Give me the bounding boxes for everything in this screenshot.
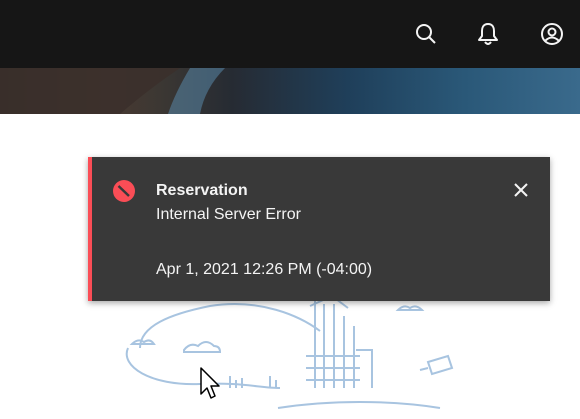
notification-icon [478,23,498,45]
error-toast-notification: Reservation Internal Server Error Apr 1,… [88,157,550,301]
toast-subtitle: Internal Server Error [156,206,301,223]
mouse-pointer-icon [200,367,220,399]
error-accent-bar [88,157,92,301]
search-button[interactable] [408,16,444,52]
notification-button[interactable] [470,16,506,52]
top-navigation-bar [0,0,580,68]
user-profile-button[interactable] [534,16,570,52]
search-icon [416,24,436,44]
hero-image-shapes [0,68,225,114]
user-avatar-icon [541,23,563,45]
hero-banner-image [0,68,580,114]
toast-timestamp: Apr 1, 2021 12:26 PM (-04:00) [156,261,373,278]
close-icon [514,183,528,197]
close-button[interactable] [510,179,532,201]
error-icon [113,180,135,202]
city-illustration [110,294,470,419]
toast-title: Reservation [156,182,248,199]
